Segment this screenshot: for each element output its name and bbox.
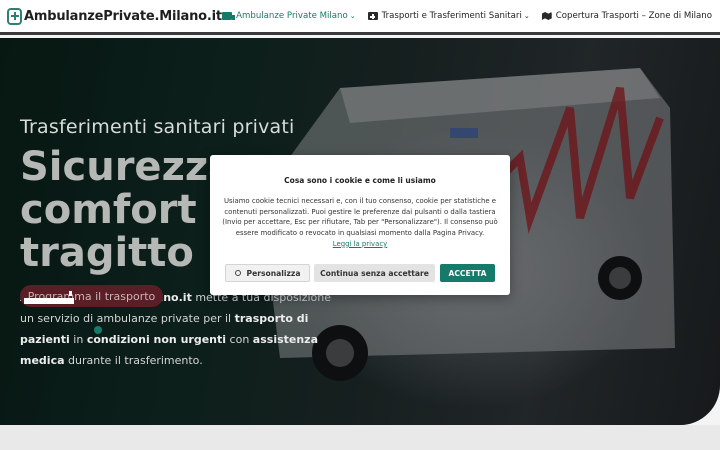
nav-item-copertura[interactable]: Copertura Trasporti – Zone di Milano	[541, 11, 712, 21]
hero-subtitle: Trasferimenti sanitari privati	[20, 116, 295, 138]
accessibility-icon[interactable]	[94, 326, 102, 334]
chevron-down-icon: ⌄	[523, 12, 530, 20]
medical-kit-icon	[367, 12, 378, 20]
accept-button[interactable]: ACCETTA	[440, 264, 495, 282]
hero-text-bold: condizioni non urgenti	[86, 333, 227, 346]
nav-item-label: Trasporti e Trasferimenti Sanitari	[381, 11, 522, 21]
cookie-text: Usiamo cookie tecnici necessari e, con i…	[222, 197, 498, 238]
continue-without-accepting-button[interactable]: Continua senza accettare	[314, 264, 435, 282]
nav-item-trasporti[interactable]: Trasporti e Trasferimenti Sanitari ⌄	[367, 11, 530, 21]
main-nav: Ambulanze Private Milano ⌄ Trasporti e T…	[222, 11, 712, 21]
hero-text-part: durante il trasferimento.	[64, 354, 203, 367]
gear-icon	[234, 270, 241, 276]
nav-item-label: Copertura Trasporti – Zone di Milano	[555, 11, 712, 21]
site-header: AmbulanzePrivate.Milano.it Ambulanze Pri…	[0, 0, 720, 35]
nav-item-label: Ambulanze Private Milano	[236, 11, 348, 21]
ambulance-icon	[222, 12, 236, 20]
map-icon	[541, 12, 552, 20]
personalize-label: Personalizza	[246, 268, 301, 278]
nav-item-ambulanze-private[interactable]: Ambulanze Private Milano ⌄	[222, 11, 356, 21]
personalize-button[interactable]: Personalizza	[225, 264, 310, 282]
privacy-link[interactable]: Leggi la privacy	[333, 240, 387, 248]
cookie-body: Usiamo cookie tecnici necessari e, con i…	[220, 196, 500, 250]
floating-tag	[24, 298, 74, 304]
mouse-cursor-icon	[69, 291, 72, 296]
hero-text-part: in	[69, 333, 87, 346]
cookie-title: Cosa sono i cookie e come li usiamo	[284, 176, 436, 185]
hero-text-part: con	[226, 333, 253, 346]
chevron-down-icon: ⌄	[349, 12, 356, 20]
next-section	[0, 425, 720, 450]
cookie-consent-dialog: Cosa sono i cookie e come li usiamo Usia…	[210, 155, 510, 295]
logo-text: AmbulanzePrivate.Milano.it	[24, 9, 222, 24]
hero-text-part: per il	[203, 312, 235, 325]
site-logo[interactable]: AmbulanzePrivate.Milano.it	[7, 8, 222, 25]
logo-icon	[7, 8, 22, 25]
